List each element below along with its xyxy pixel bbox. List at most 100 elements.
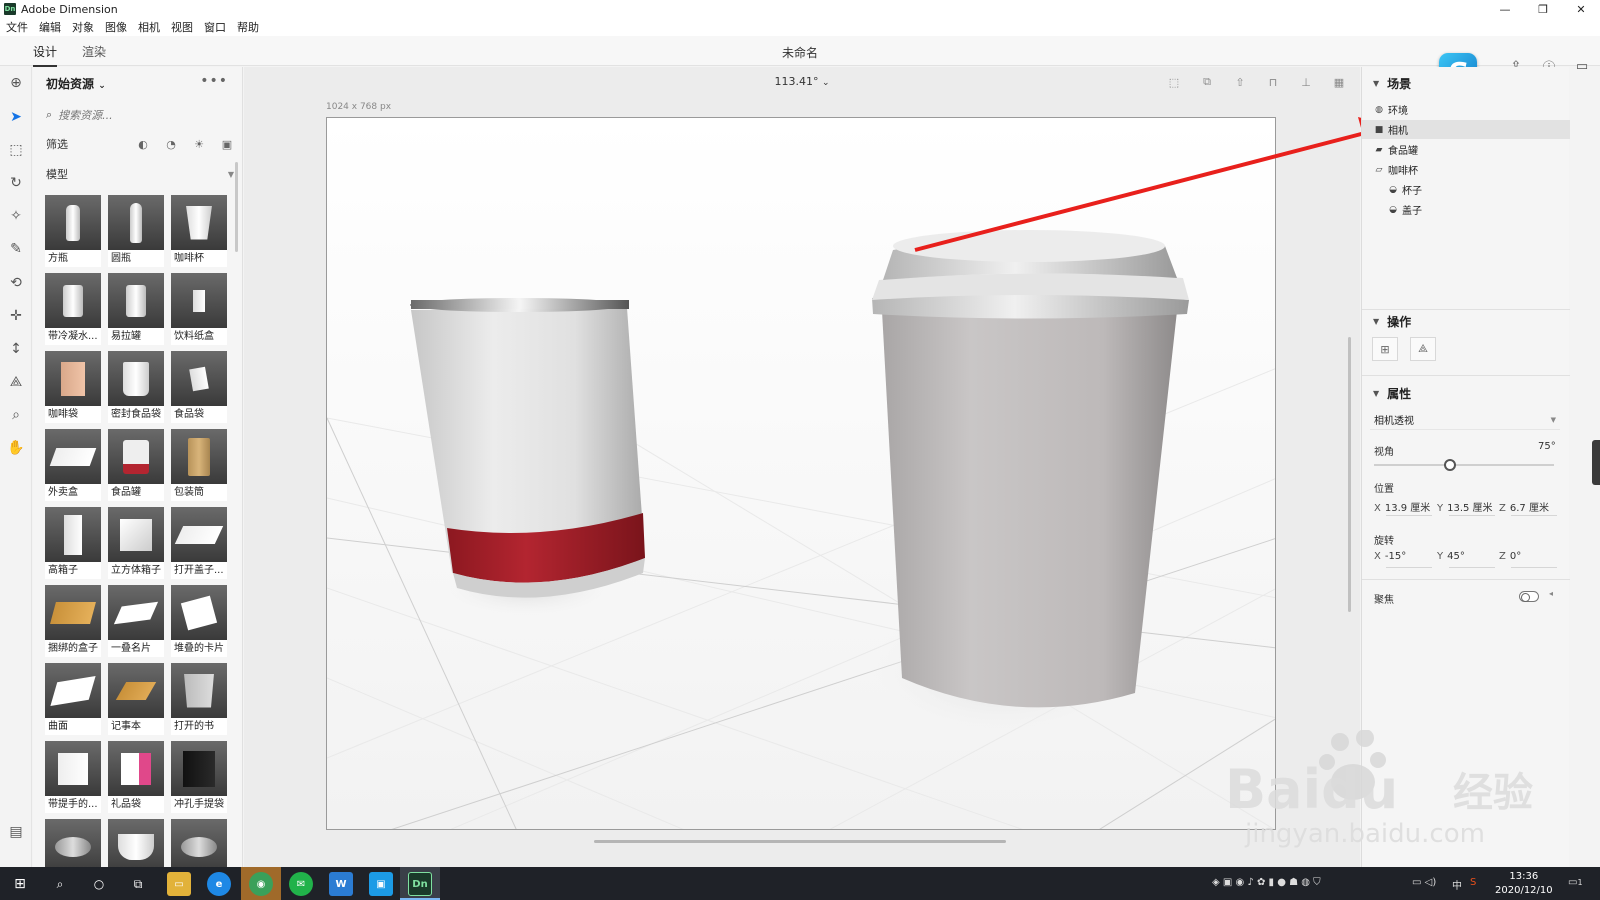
close-button[interactable]: ✕ [1562,0,1600,18]
tab-render[interactable]: 渲染 [82,43,106,60]
render-preview-icon[interactable]: ▦ [1330,73,1348,91]
frame-icon[interactable]: ⬚ [1165,73,1183,91]
asset-tile[interactable]: 捆绑的盒子 [45,585,101,657]
asset-tile[interactable] [45,819,101,867]
screenshot-tool-icon[interactable]: ▣ [369,872,393,896]
asset-tile[interactable]: 记事本 [108,663,164,735]
scene-item[interactable]: ▰ 食品罐 [1362,140,1570,159]
scene-item[interactable]: ◒ 杯子 [1362,180,1570,199]
file-explorer-icon[interactable]: ▭ [167,872,191,896]
asset-tile[interactable]: 易拉罐 [108,273,164,345]
maximize-button[interactable]: ❐ [1524,0,1562,18]
move-to-ground-icon[interactable]: ⊥ [1297,73,1315,91]
menu-view[interactable]: 视图 [171,19,193,35]
properties-header[interactable]: ▼ 属性 [1373,385,1411,402]
position-z-field[interactable]: Z 6.7 厘米 [1499,499,1549,514]
minimize-button[interactable]: — [1486,0,1524,18]
sogou-icon[interactable]: S [1470,877,1476,888]
asset-tile[interactable]: 圆瓶 [108,195,164,267]
asset-tile[interactable]: 咖啡袋 [45,351,101,423]
library-icon[interactable]: ▤ [6,822,26,842]
task-view-icon[interactable]: ⧉ [127,873,149,895]
position-y-field[interactable]: Y 13.5 厘米 [1437,499,1493,514]
browser-icon[interactable]: e [207,872,231,896]
menu-image[interactable]: 图像 [105,19,127,35]
focus-expand-icon[interactable]: ◂ [1549,589,1553,598]
filter-lights-icon[interactable]: ☀ [192,137,206,151]
3d-viewport[interactable] [326,117,1276,830]
asset-tile[interactable]: 立方体箱子 [108,507,164,579]
fit-icon[interactable]: ⧉ [1198,73,1216,91]
asset-tile[interactable]: 一叠名片 [108,585,164,657]
cortana-icon[interactable]: ○ [88,873,110,895]
rotation-x-field[interactable]: X -15° [1374,551,1406,562]
scene-header[interactable]: ▼ 场景 [1373,75,1411,92]
menu-edit[interactable]: 编辑 [39,19,61,35]
scene-item[interactable]: ▱ 咖啡杯 [1362,160,1570,179]
menu-file[interactable]: 文件 [6,19,28,35]
windows-start-icon[interactable]: ⊞ [9,873,31,895]
asset-tile[interactable]: 密封食品袋 [108,351,164,423]
notification-icon[interactable]: ▭1 [1568,877,1583,888]
hand-tool-icon[interactable]: ✋ [6,438,26,458]
chrome-icon[interactable]: ◉ [249,872,273,896]
menu-object[interactable]: 对象 [72,19,94,35]
asset-tile[interactable]: 带提手的... [45,741,101,813]
rotation-z-field[interactable]: Z 0° [1499,551,1521,562]
side-handle[interactable] [1592,440,1600,485]
scene-item[interactable]: ■ 相机 [1362,120,1570,139]
action-align-icon[interactable]: ⊞ [1372,337,1398,361]
asset-tile[interactable] [108,819,164,867]
feedback-icon[interactable]: ▭ [1574,58,1590,74]
asset-tile[interactable]: 咖啡杯 [171,195,227,267]
assets-scrollbar[interactable] [235,162,238,252]
asset-tile[interactable]: 包装筒 [171,429,227,501]
add-icon[interactable]: ⊕ [6,73,26,93]
camera-mode-dropdown[interactable]: 相机透视 ▼ [1370,410,1560,430]
zoom-tool-icon[interactable]: ⌕ [6,405,26,425]
menu-help[interactable]: 帮助 [237,19,259,35]
asset-tile[interactable]: 食品罐 [108,429,164,501]
drop-icon[interactable]: ⊓ [1264,73,1282,91]
align-icon[interactable]: ⇧ [1231,73,1249,91]
marquee-tool-icon[interactable]: ⬚ [6,140,26,160]
asset-tile[interactable]: 饮料纸盒 [171,273,227,345]
orbit-tool-icon[interactable]: ⟲ [6,273,26,293]
clock[interactable]: 13:36 2020/12/10 [1495,870,1553,898]
asset-tile[interactable]: 食品袋 [171,351,227,423]
filter-materials-icon[interactable]: ◔ [164,137,178,151]
canvas-v-scrollbar[interactable] [1348,337,1351,612]
actions-header[interactable]: ▼ 操作 [1373,313,1411,330]
action-horizon-icon[interactable]: ⟁ [1410,337,1436,361]
asset-tile[interactable]: 曲面 [45,663,101,735]
more-options-icon[interactable]: ••• [200,73,228,89]
assets-header[interactable]: 初始资源 ⌄ [46,75,106,92]
focus-toggle[interactable] [1519,591,1539,602]
dolly-tool-icon[interactable]: ↕ [6,339,26,359]
asset-tile[interactable]: 冲孔手提袋 [171,741,227,813]
models-section[interactable]: 模型 ▼ [46,165,234,183]
menu-camera[interactable]: 相机 [138,19,160,35]
network-icon[interactable]: ▭ ◁) [1412,877,1436,888]
scene-item[interactable]: ◍ 环境 [1362,100,1570,119]
word-icon[interactable]: W [329,872,353,896]
asset-tile[interactable]: 外卖盒 [45,429,101,501]
eyedropper-icon[interactable]: ✎ [6,239,26,259]
asset-tile[interactable]: 高箱子 [45,507,101,579]
ime-indicator[interactable]: 中 [1452,877,1462,892]
rotate-tool-icon[interactable]: ↻ [6,173,26,193]
horizon-tool-icon[interactable]: ⟁ [6,372,26,392]
wechat-icon[interactable]: ✉ [289,872,313,896]
search-input[interactable] [58,108,219,122]
select-tool-icon[interactable]: ➤ [6,107,26,127]
canvas-h-scrollbar[interactable] [594,840,1006,843]
dimension-app-icon[interactable]: Dn [408,872,432,896]
asset-tile[interactable]: 打开的书 [171,663,227,735]
magic-wand-icon[interactable]: ✧ [6,206,26,226]
position-x-field[interactable]: X 13.9 厘米 [1374,499,1430,514]
search-icon[interactable]: ⌕ [49,873,71,895]
menu-window[interactable]: 窗口 [204,19,226,35]
asset-tile[interactable]: 打开盖子... [171,507,227,579]
rotation-y-field[interactable]: Y 45° [1437,551,1465,562]
filter-images-icon[interactable]: ▣ [220,137,234,151]
